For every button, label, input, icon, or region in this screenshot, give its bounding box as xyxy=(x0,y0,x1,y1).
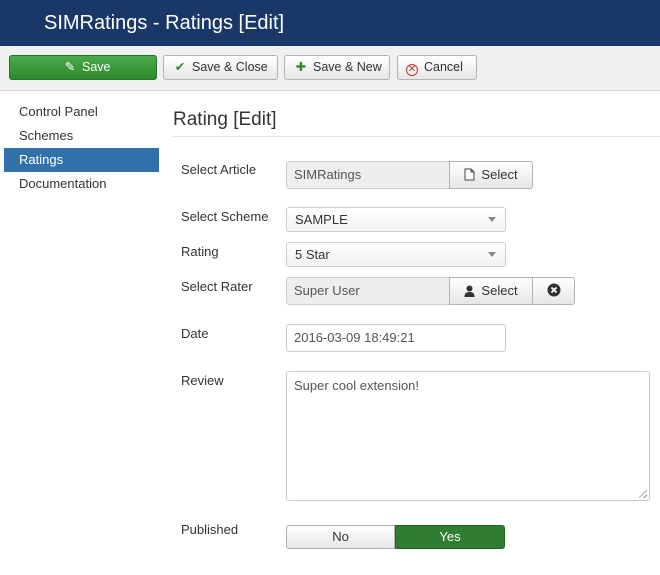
resize-grip-icon[interactable] xyxy=(639,490,647,498)
rating-select[interactable]: 5 Star xyxy=(286,242,506,267)
plus-icon: ✚ xyxy=(295,60,307,74)
review-textarea[interactable]: Super cool extension! xyxy=(286,371,650,501)
review-text: Super cool extension! xyxy=(294,378,420,393)
select-article-button-label: Select xyxy=(481,167,518,182)
sidebar-item-control-panel[interactable]: Control Panel xyxy=(4,100,159,124)
article-field: SIMRatings xyxy=(286,161,450,189)
select-rater-button-label: Select xyxy=(481,283,518,298)
chevron-down-icon xyxy=(488,217,496,222)
date-field[interactable]: 2016-03-09 18:49:21 xyxy=(286,324,506,352)
cancel-button-label: Cancel xyxy=(424,60,463,74)
scheme-select[interactable]: SAMPLE xyxy=(286,207,506,232)
title-divider xyxy=(173,136,660,137)
page-title: Rating [Edit] xyxy=(173,109,277,130)
sidebar-item-documentation[interactable]: Documentation xyxy=(4,172,159,196)
review-label: Review xyxy=(181,373,224,388)
save-close-button-label: Save & Close xyxy=(192,60,268,74)
save-button-label: Save xyxy=(82,60,111,74)
clear-circle-icon xyxy=(547,283,561,298)
scheme-select-value: SAMPLE xyxy=(295,212,348,227)
sidebar: Control Panel Schemes Ratings Documentat… xyxy=(4,100,159,196)
article-label: Select Article xyxy=(181,162,257,177)
rater-field: Super User xyxy=(286,277,450,305)
clear-rater-button[interactable] xyxy=(532,277,575,305)
published-label: Published xyxy=(181,522,239,537)
select-rater-button[interactable]: Select xyxy=(449,277,533,305)
save-new-button-label: Save & New xyxy=(313,60,382,74)
edit-icon: ✎ xyxy=(64,60,76,74)
page-header-title: SIMRatings - Ratings [Edit] xyxy=(44,12,285,34)
save-new-button[interactable]: ✚ Save & New xyxy=(284,55,390,80)
check-icon: ✔ xyxy=(174,60,186,74)
published-yes-option[interactable]: Yes xyxy=(395,525,505,549)
published-no-option[interactable]: No xyxy=(286,525,395,549)
rater-label: Select Rater xyxy=(181,279,253,294)
cancel-circle-icon: ✕ xyxy=(406,64,418,76)
rating-select-value: 5 Star xyxy=(295,247,330,262)
date-label: Date xyxy=(181,326,209,341)
scheme-label: Select Scheme xyxy=(181,209,269,224)
save-close-button[interactable]: ✔ Save & Close xyxy=(163,55,278,80)
save-button[interactable]: ✎ Save xyxy=(9,55,157,80)
published-toggle: No Yes xyxy=(286,525,505,549)
chevron-down-icon xyxy=(488,252,496,257)
select-article-button[interactable]: Select xyxy=(449,161,533,189)
rating-label: Rating xyxy=(181,244,219,259)
sidebar-item-ratings[interactable]: Ratings xyxy=(4,148,159,172)
user-icon xyxy=(464,278,475,304)
toolbar: ✎ Save ✔ Save & Close ✚ Save & New ✕ Cancel xyxy=(0,46,660,91)
sidebar-item-schemes[interactable]: Schemes xyxy=(4,124,159,148)
cancel-button[interactable]: ✕ Cancel xyxy=(397,55,477,80)
app-header: SIMRatings - Ratings [Edit] xyxy=(0,0,660,46)
file-icon xyxy=(464,162,475,188)
